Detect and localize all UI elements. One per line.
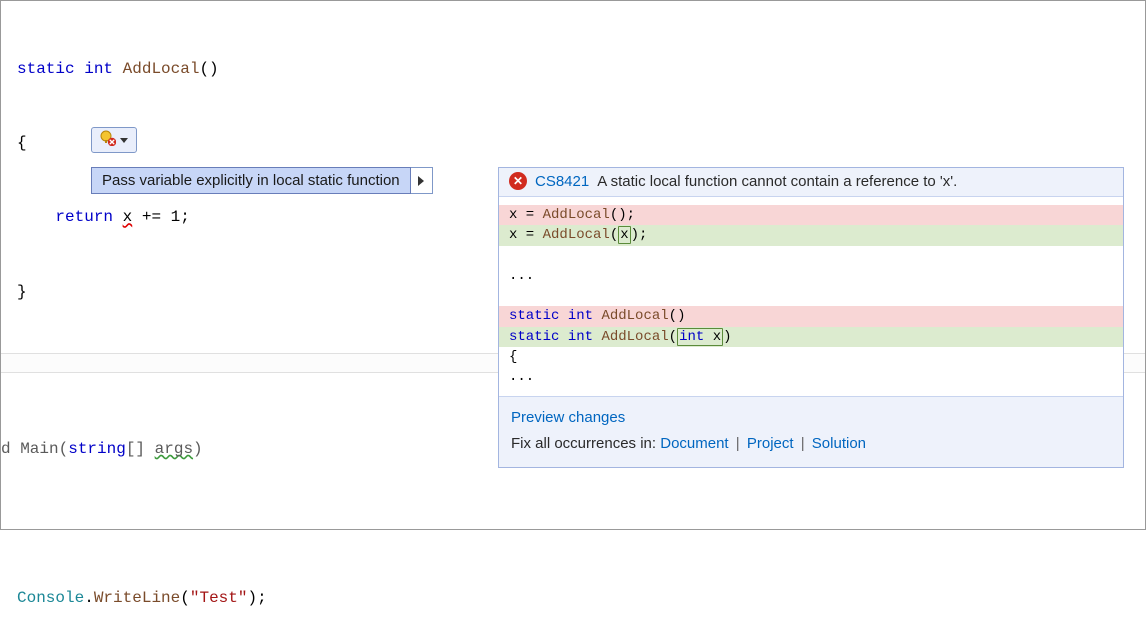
keyword: string [68,440,126,458]
method-name: AddLocal [123,60,200,78]
code-line: Console.WriteLine("Test"); [1,586,1145,611]
keyword: return [55,208,113,226]
text: [] [126,440,145,458]
keyword: static [17,60,75,78]
text: . [84,589,94,607]
panel-footer: Preview changes Fix all occurrences in: … [499,396,1123,468]
error-message: A static local function cannot contain a… [597,173,957,190]
diff-added-line: static int AddLocal(int x) [499,327,1123,347]
info-squiggle: args [155,440,193,458]
blank-line [1,511,1145,536]
quick-actions-button[interactable] [91,127,137,153]
error-squiggle[interactable]: x [123,208,133,226]
error-header: ✕ CS8421 A static local function cannot … [499,168,1123,197]
lightbulb-error-icon [100,130,116,151]
ellipsis-line: ... [499,266,1123,286]
diff-added-line: x = AddLocal(x); [499,225,1123,245]
text: () [199,60,218,78]
fix-scope-project[interactable]: Project [747,435,794,452]
separator: | [798,435,808,452]
diff-insert-highlight: int x [677,328,723,346]
quick-action-item[interactable]: Pass variable explicitly in local static… [91,167,411,194]
class-name: Console [17,589,84,607]
separator: | [733,435,743,452]
text: ); [247,589,266,607]
blank-line [499,246,1123,266]
code-line: static int AddLocal() [1,57,1145,82]
chevron-down-icon [120,138,128,143]
diff-removed-line: x = AddLocal(); [499,205,1123,225]
code-line: { [499,347,1123,367]
error-code[interactable]: CS8421 [535,173,589,190]
blank-line [499,286,1123,306]
text: ( [180,589,190,607]
text: d Main( [1,440,68,458]
fix-preview-panel: ✕ CS8421 A static local function cannot … [498,167,1124,468]
method-name: WriteLine [94,589,180,607]
fix-scope-document[interactable]: Document [660,435,728,452]
string-literal: "Test" [190,589,248,607]
text: += [132,208,170,226]
chevron-right-icon [418,176,424,186]
quick-action-expand[interactable] [411,167,433,194]
text: ; [180,208,190,226]
code-line: { [1,131,1145,156]
fix-scope-solution[interactable]: Solution [812,435,866,452]
keyword: int [84,60,113,78]
text: ) [193,440,203,458]
number-literal: 1 [171,208,181,226]
fix-all-label: Fix all occurrences in: [511,435,656,452]
diff-insert-highlight: x [618,226,630,244]
preview-changes-link[interactable]: Preview changes [511,405,1111,431]
diff-body: x = AddLocal(); x = AddLocal(x); ... sta… [499,197,1123,396]
diff-removed-line: static int AddLocal() [499,306,1123,326]
error-icon: ✕ [509,172,527,190]
ellipsis-line: ... [499,367,1123,387]
